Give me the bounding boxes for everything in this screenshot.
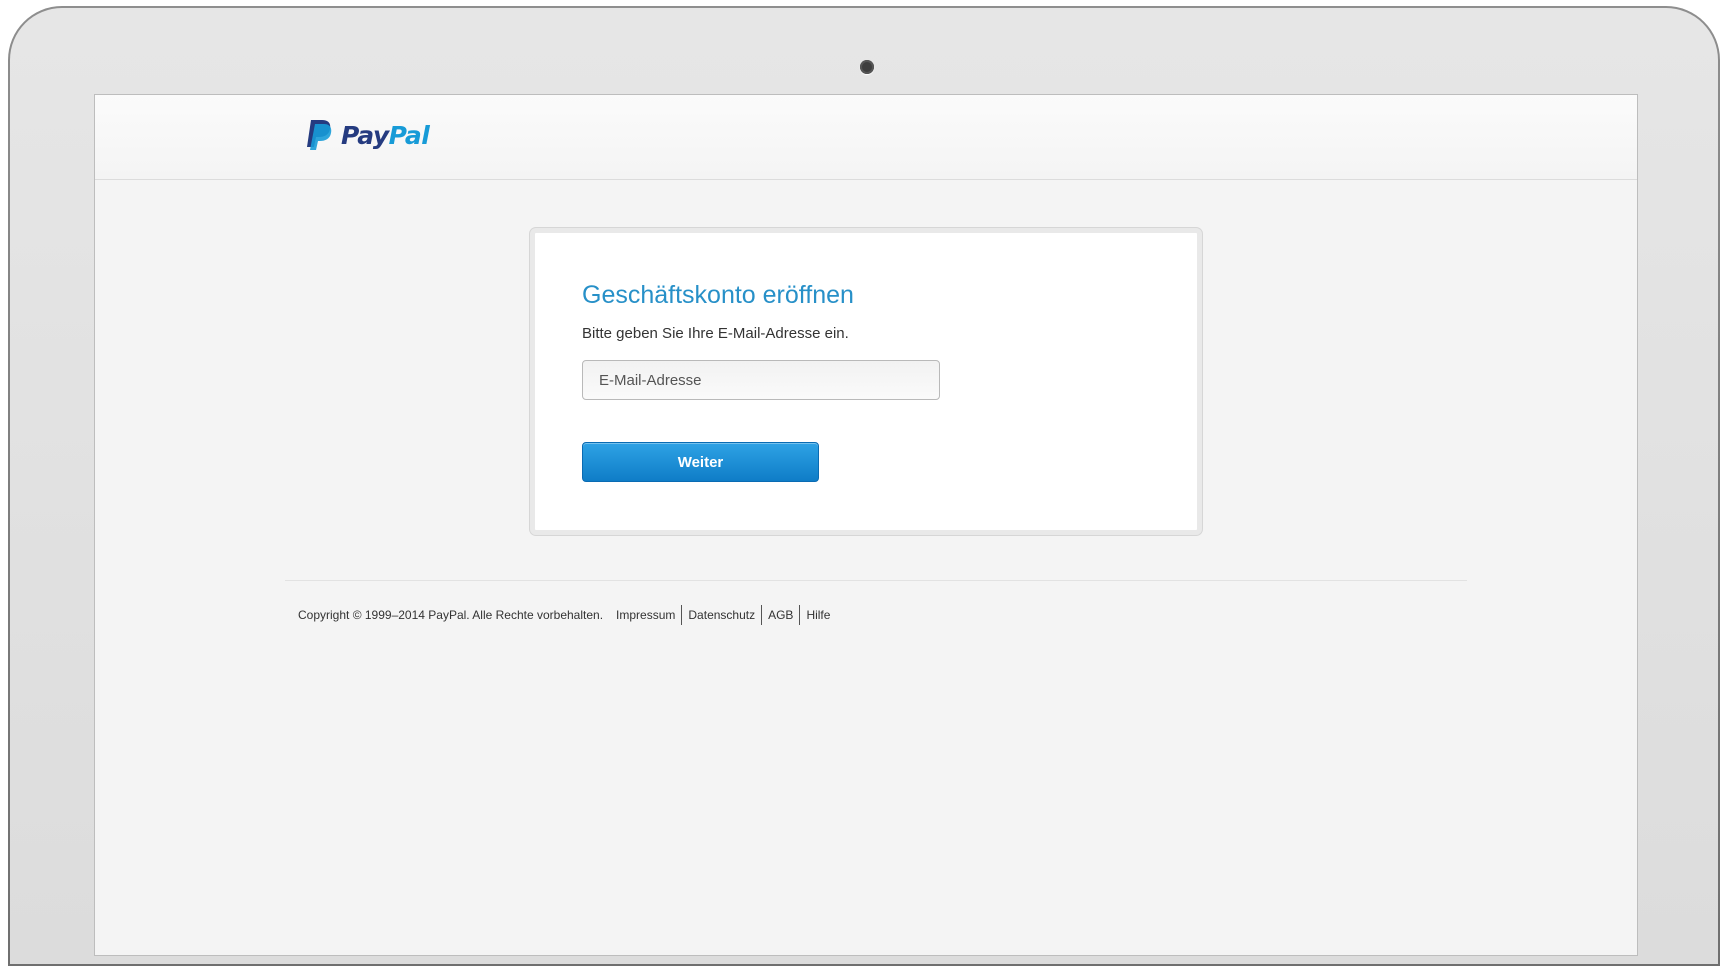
footer: Copyright © 1999–2014 PayPal. Alle Recht…: [298, 605, 830, 625]
footer-link-hilfe[interactable]: Hilfe: [806, 608, 830, 622]
laptop-frame: PayPal Geschäftskonto eröffnen Bitte geb…: [8, 6, 1720, 966]
footer-divider: [285, 580, 1467, 581]
footer-separator: [761, 605, 763, 625]
footer-link-agb[interactable]: AGB: [768, 608, 793, 622]
page-title: Geschäftskonto eröffnen: [582, 281, 854, 309]
footer-link-datenschutz[interactable]: Datenschutz: [688, 608, 755, 622]
copyright-text: Copyright © 1999–2014 PayPal. Alle Recht…: [298, 608, 604, 622]
footer-separator: [799, 605, 801, 625]
logo-text-pay: Pay: [341, 120, 389, 150]
footer-link-impressum[interactable]: Impressum: [616, 608, 675, 622]
footer-separator: [681, 605, 683, 625]
camera-icon: [860, 60, 874, 74]
site-header: PayPal: [95, 95, 1637, 180]
email-instruction: Bitte geben Sie Ihre E-Mail-Adresse ein.: [582, 325, 849, 342]
email-field[interactable]: [582, 360, 940, 400]
laptop-bezel: PayPal Geschäftskonto eröffnen Bitte geb…: [10, 8, 1718, 964]
logo-text-pal: Pal: [388, 120, 430, 150]
signup-card: Geschäftskonto eröffnen Bitte geben Sie …: [530, 228, 1202, 535]
paypal-logo[interactable]: PayPal: [305, 119, 430, 151]
continue-button[interactable]: Weiter: [582, 442, 819, 482]
paypal-wordmark: PayPal: [341, 120, 430, 150]
browser-screen: PayPal Geschäftskonto eröffnen Bitte geb…: [94, 94, 1638, 956]
paypal-p-icon: [307, 120, 332, 150]
